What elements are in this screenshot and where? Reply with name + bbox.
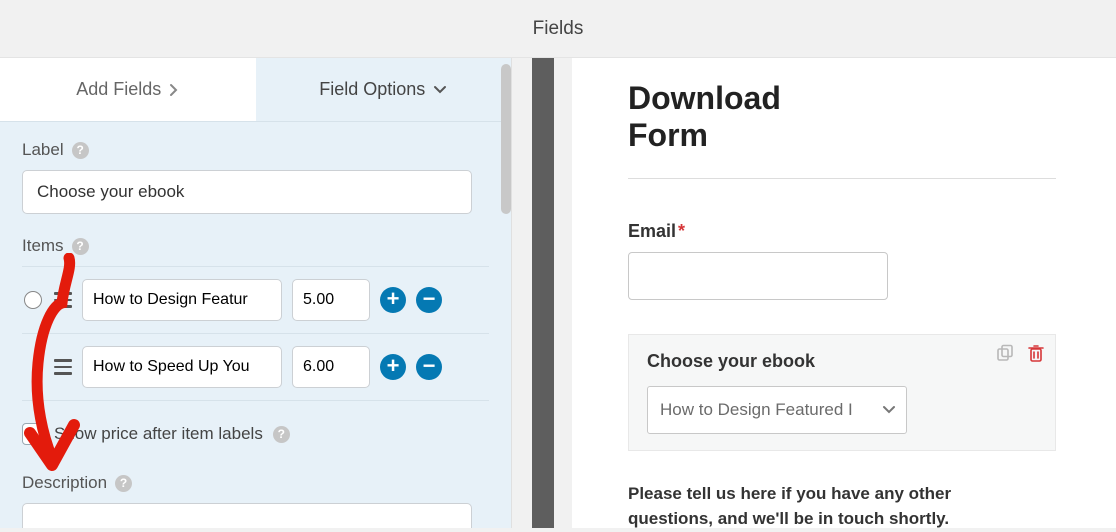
tab-field-options[interactable]: Field Options [256,58,512,121]
item-name-input[interactable] [82,279,282,321]
item-price-input[interactable] [292,279,370,321]
tab-add-fields[interactable]: Add Fields [0,58,256,121]
remove-item-button[interactable]: − [416,354,442,380]
chevron-right-icon [169,83,179,97]
drag-handle-icon[interactable] [54,359,72,375]
main-area: Add Fields Field Options Label ? Items [0,58,1116,528]
separator-dark [532,58,554,528]
description-input[interactable] [22,503,472,528]
remove-item-button[interactable]: − [416,287,442,313]
duplicate-icon[interactable] [995,343,1015,368]
ebook-select-value: How to Design Featured I [660,400,853,420]
ebook-card-label: Choose your ebook [647,351,1037,372]
items-block: Items ? + − + − [22,236,489,401]
tab-add-fields-label: Add Fields [76,79,161,100]
item-row: + − [22,334,489,401]
item-row: + − [22,266,489,334]
add-item-button[interactable]: + [380,354,406,380]
top-bar: Fields [0,0,1116,58]
label-heading-row: Label ? [22,140,489,160]
left-scrollbar[interactable] [501,64,511,214]
help-icon[interactable]: ? [273,426,290,443]
tab-field-options-label: Field Options [319,79,425,100]
item-name-input[interactable] [82,346,282,388]
show-price-row: Show price after item labels ? [22,423,489,445]
form-divider [628,178,1056,179]
email-label: Email [628,221,676,241]
show-price-checkbox[interactable] [22,423,44,445]
ebook-field-card[interactable]: Choose your ebook How to Design Featured… [628,334,1056,451]
label-input[interactable] [22,170,472,214]
label-heading: Label [22,140,64,160]
ebook-select[interactable]: How to Design Featured I [647,386,907,434]
form-title-line1: Download [628,80,781,116]
trash-icon[interactable] [1027,343,1045,368]
chevron-down-icon [882,400,896,420]
description-heading-row: Description ? [22,473,489,493]
form-title-line2: Form [628,117,708,153]
preview-panel: Download Form Email* Choose your ebook H… [572,58,1116,528]
left-panel: Add Fields Field Options Label ? Items [0,58,512,528]
default-radio[interactable] [22,291,44,309]
panel-separator [512,58,572,528]
help-icon[interactable]: ? [115,475,132,492]
tabs: Add Fields Field Options [0,58,511,122]
options-body: Label ? Items ? + − [0,122,511,528]
help-icon[interactable]: ? [72,142,89,159]
add-item-button[interactable]: + [380,287,406,313]
drag-handle-icon[interactable] [54,292,72,308]
show-price-label: Show price after item labels [54,424,263,444]
form-note: Please tell us here if you have any othe… [628,481,1038,532]
items-heading-row: Items ? [22,236,489,256]
email-input[interactable] [628,252,888,300]
required-asterisk: * [678,221,685,241]
top-bar-title: Fields [533,18,584,40]
item-price-input[interactable] [292,346,370,388]
email-label-row: Email* [628,221,1056,242]
chevron-down-icon [433,85,447,95]
help-icon[interactable]: ? [72,238,89,255]
form-title: Download Form [628,80,828,154]
description-block: Description ? [22,473,489,528]
card-actions [995,343,1045,368]
items-heading: Items [22,236,64,256]
description-heading: Description [22,473,107,493]
